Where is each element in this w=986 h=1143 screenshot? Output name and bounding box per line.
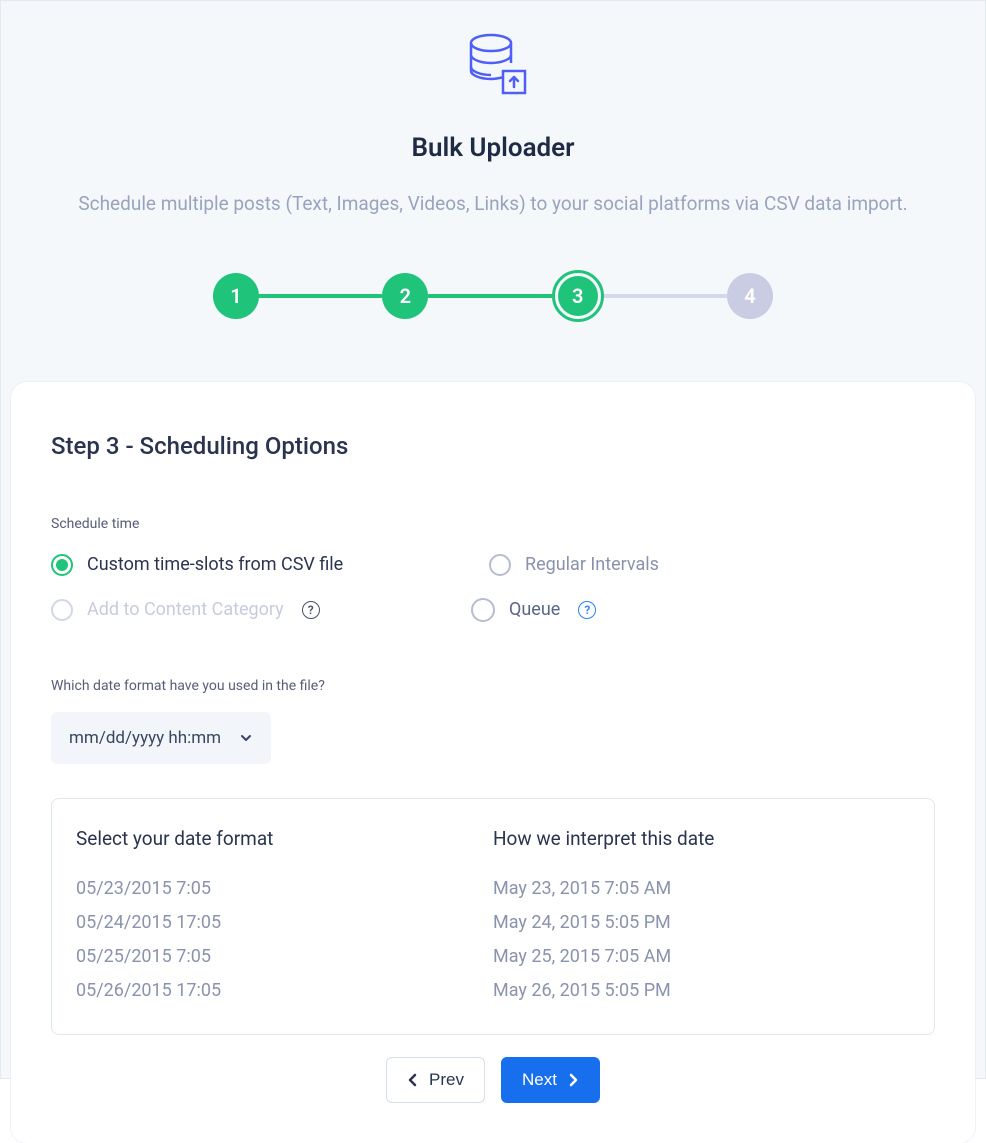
page-subtitle: Schedule multiple posts (Text, Images, V…	[31, 191, 955, 218]
preview-interpreted-row: May 25, 2015 7:05 AM	[493, 940, 910, 974]
preview-raw-row: 05/23/2015 7:05	[76, 872, 493, 906]
preview-right-title: How we interpret this date	[493, 827, 910, 850]
prev-label: Prev	[429, 1070, 464, 1090]
next-label: Next	[522, 1070, 557, 1090]
step-3-current[interactable]: 3	[552, 270, 604, 322]
preview-right-column: How we interpret this date May 23, 2015 …	[493, 827, 910, 1009]
radio-label: Regular Intervals	[525, 554, 659, 575]
date-format-question: Which date format have you used in the f…	[51, 678, 935, 694]
header: Bulk Uploader Schedule multiple posts (T…	[1, 1, 985, 322]
page-title: Bulk Uploader	[31, 133, 955, 163]
preview-left-column: Select your date format 05/23/2015 7:05 …	[76, 827, 493, 1009]
radio-content-category[interactable]: Add to Content Category ?	[51, 598, 421, 622]
radio-regular-intervals[interactable]: Regular Intervals	[489, 554, 935, 576]
step-heading: Step 3 - Scheduling Options	[51, 432, 935, 460]
bulk-upload-icon	[31, 29, 955, 101]
preview-raw-row: 05/24/2015 17:05	[76, 906, 493, 940]
date-format-preview: Select your date format 05/23/2015 7:05 …	[51, 798, 935, 1036]
preview-interpreted-row: May 24, 2015 5:05 PM	[493, 906, 910, 940]
chevron-left-icon	[407, 1073, 419, 1087]
schedule-radio-group: Custom time-slots from CSV file Regular …	[51, 554, 935, 622]
preview-left-title: Select your date format	[76, 827, 493, 850]
radio-custom-csv[interactable]: Custom time-slots from CSV file	[51, 554, 421, 576]
preview-raw-row: 05/25/2015 7:05	[76, 940, 493, 974]
step-1[interactable]: 1	[213, 273, 259, 319]
radio-label: Add to Content Category	[87, 599, 284, 620]
radio-label: Custom time-slots from CSV file	[87, 554, 343, 575]
step-connector	[259, 294, 382, 298]
preview-raw-row: 05/26/2015 17:05	[76, 974, 493, 1008]
date-format-select[interactable]: mm/dd/yyyy hh:mm	[51, 712, 271, 764]
prev-button[interactable]: Prev	[386, 1057, 485, 1103]
page-container: Bulk Uploader Schedule multiple posts (T…	[0, 0, 986, 1079]
chevron-right-icon	[567, 1073, 579, 1087]
radio-indicator-selected-icon	[51, 554, 73, 576]
radio-queue[interactable]: Queue ?	[471, 598, 935, 622]
help-icon[interactable]: ?	[578, 601, 596, 619]
radio-indicator-icon	[471, 598, 495, 622]
radio-label: Queue	[509, 599, 560, 620]
chevron-down-icon	[239, 731, 253, 745]
date-format-value: mm/dd/yyyy hh:mm	[69, 728, 221, 748]
radio-indicator-icon	[489, 554, 511, 576]
schedule-time-label: Schedule time	[51, 516, 935, 532]
step-2[interactable]: 2	[382, 273, 428, 319]
next-button[interactable]: Next	[501, 1057, 600, 1103]
stepper: 1 2 3 4	[213, 270, 773, 322]
help-icon[interactable]: ?	[302, 601, 320, 619]
step-4: 4	[727, 273, 773, 319]
step-card: Step 3 - Scheduling Options Schedule tim…	[11, 382, 975, 1143]
step-connector	[428, 294, 551, 298]
preview-interpreted-row: May 26, 2015 5:05 PM	[493, 974, 910, 1008]
preview-interpreted-row: May 23, 2015 7:05 AM	[493, 872, 910, 906]
radio-indicator-icon	[51, 599, 73, 621]
wizard-nav: Prev Next	[51, 1057, 935, 1103]
step-connector	[604, 294, 727, 298]
